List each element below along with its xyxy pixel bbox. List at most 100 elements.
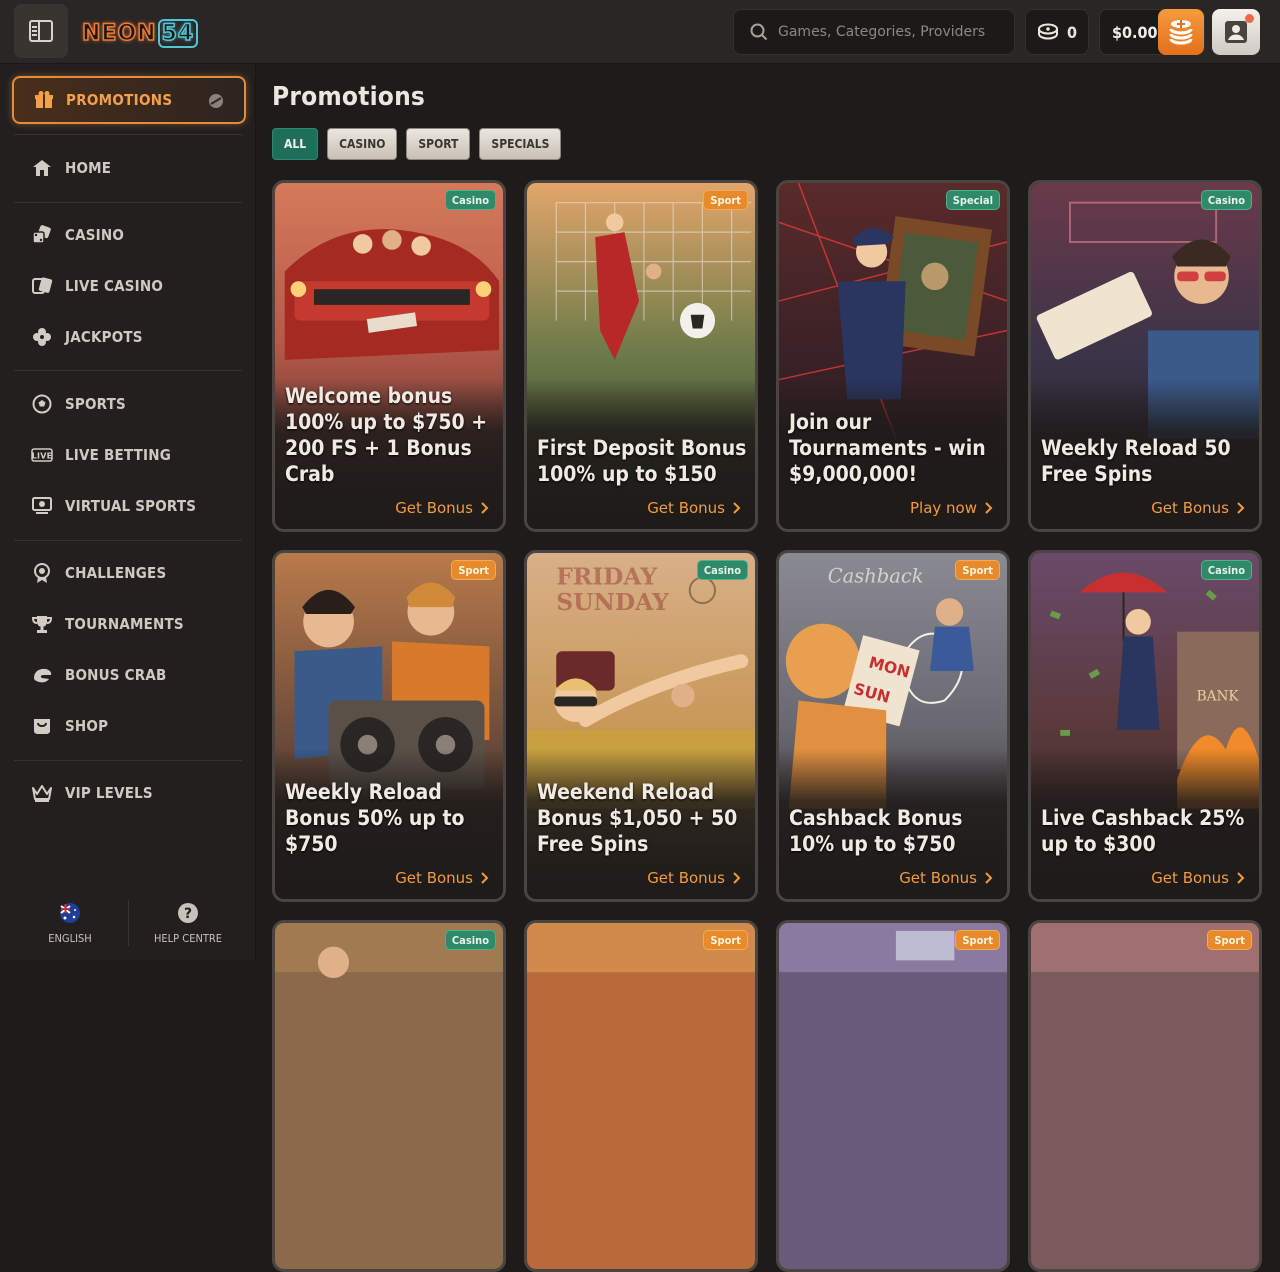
filter-sport[interactable]: SPORT (406, 128, 471, 160)
sidebar-item-challenges[interactable]: CHALLENGES (30, 559, 166, 587)
promo-card[interactable]: Sport Weekly Reload Bonus 50% up to $750… (272, 550, 506, 902)
divider (14, 760, 242, 761)
category-tag: Casino (1200, 560, 1252, 580)
shop-icon (30, 714, 54, 738)
search-box[interactable] (733, 9, 1015, 55)
sidebar-item-jackpots[interactable]: JACKPOTS (30, 323, 143, 351)
cta-label: Play now (909, 499, 977, 517)
get-bonus-link[interactable]: Get Bonus (1151, 869, 1245, 887)
promo-card[interactable]: Cashback MON SUN Sport Cashback Bonus 10% … (776, 550, 1010, 902)
filter-specials[interactable]: SPECIALS (479, 128, 562, 160)
language-selector[interactable]: ENGLISH (30, 900, 110, 945)
play-now-link[interactable]: Play now (910, 499, 993, 517)
svg-text:FRIDAY: FRIDAY (556, 562, 657, 590)
coins-counter[interactable]: 0 (1025, 9, 1089, 55)
sidebar-item-virtual-sports[interactable]: VIRTUAL SPORTS (30, 492, 196, 520)
promo-image (779, 923, 1007, 1269)
sidebar-item-promotions[interactable]: PROMOTIONS (12, 76, 246, 124)
svg-text:?: ? (184, 906, 192, 922)
sidebar-item-label: CASINO (65, 226, 125, 244)
chevron-right-icon (733, 502, 741, 514)
balance-amount: $0.00 (1112, 22, 1158, 42)
sidebar-item-label: SPORTS (65, 395, 126, 413)
promo-title: Welcome bonus 100% up to $750 + 200 FS +… (285, 384, 488, 486)
deposit-button[interactable] (1158, 9, 1204, 55)
category-tag: Sport (955, 560, 1000, 580)
sidebar-item-shop[interactable]: SHOP (30, 712, 108, 740)
promo-title: Weekly Reload Bonus 50% up to $750 (285, 780, 465, 856)
divider (14, 134, 242, 135)
trophy-icon (30, 612, 54, 636)
sidebar-item-casino[interactable]: CASINO (30, 221, 124, 249)
category-tag: Casino (444, 190, 496, 210)
promo-card[interactable]: Sport (1028, 920, 1262, 1272)
get-bonus-link[interactable]: Get Bonus (899, 869, 993, 887)
category-tag: Sport (451, 560, 496, 580)
home-icon (30, 156, 54, 180)
sidebar-item-bonus-crab[interactable]: BONUS CRAB (30, 661, 166, 689)
live-cards-icon (30, 274, 54, 298)
user-icon (1225, 21, 1247, 43)
coins-count: 0 (1066, 22, 1077, 42)
dice-icon (30, 223, 54, 247)
svg-text:SUNDAY: SUNDAY (556, 588, 669, 616)
help-centre-link[interactable]: ? HELP CENTRE (148, 900, 228, 945)
svg-text:LIVE: LIVE (32, 452, 53, 461)
logo-text: NEON (81, 20, 157, 47)
sidebar-item-label: CHALLENGES (65, 564, 167, 582)
promo-card[interactable]: Sport (524, 920, 758, 1272)
promo-card[interactable]: FRIDAY SUNDAY Casino Weekend Reload Bonus… (524, 550, 758, 902)
get-bonus-link[interactable]: Get Bonus (395, 869, 489, 887)
get-bonus-link[interactable]: Get Bonus (1151, 499, 1245, 517)
get-bonus-link[interactable]: Get Bonus (395, 499, 489, 517)
sidebar-toggle-button[interactable] (14, 4, 68, 58)
chevron-right-icon (985, 502, 993, 514)
svg-text:Cashback: Cashback (828, 564, 924, 587)
promo-card[interactable]: Casino Welcome bonus 100% up to $750 + 2… (272, 180, 506, 532)
chevron-right-icon (733, 872, 741, 884)
sidebar: PROMOTIONS HOME CASINO LIVE CASINO JACKP… (0, 64, 256, 960)
sidebar-item-home[interactable]: HOME (30, 154, 111, 182)
sidebar-item-label: HOME (65, 159, 112, 177)
svg-text:BANK: BANK (1197, 688, 1240, 704)
clover-icon (30, 325, 54, 349)
search-input[interactable] (778, 24, 1008, 40)
sidebar-item-live-betting[interactable]: LIVE LIVE BETTING (30, 441, 171, 469)
sidebar-item-tournaments[interactable]: TOURNAMENTS (30, 610, 184, 638)
get-bonus-link[interactable]: Get Bonus (647, 869, 741, 887)
divider (14, 370, 242, 371)
language-label: ENGLISH (48, 932, 92, 945)
promo-card[interactable]: Casino (272, 920, 506, 1272)
promo-card[interactable]: Sport First Deposit Bonus 100% up to $15… (524, 180, 758, 532)
spinner-ball-icon (209, 94, 223, 108)
promo-image (527, 923, 755, 1269)
filter-casino[interactable]: CASINO (327, 128, 398, 160)
promo-card[interactable]: BANK Casino Live Cashback 25% up to $300… (1028, 550, 1262, 902)
search-icon (750, 23, 768, 41)
divider (14, 540, 242, 541)
sidebar-item-label: PROMOTIONS (66, 91, 173, 109)
sidebar-item-sports[interactable]: SPORTS (30, 390, 126, 418)
promo-title: Live Cashback 25% up to $300 (1041, 806, 1245, 856)
sidebar-item-label: SHOP (65, 717, 109, 735)
promo-title: Weekend Reload Bonus $1,050 + 50 Free Sp… (537, 780, 738, 856)
chevron-right-icon (1237, 502, 1245, 514)
chevron-right-icon (985, 872, 993, 884)
divider (14, 202, 242, 203)
filter-all[interactable]: ALL (272, 128, 319, 160)
promo-card[interactable]: Special Join our Tournaments - win $9,00… (776, 180, 1010, 532)
promo-title: Cashback Bonus 10% up to $750 (789, 806, 963, 856)
coin-stack-icon (1169, 20, 1193, 45)
profile-button[interactable] (1212, 9, 1260, 55)
crab-icon (30, 663, 54, 687)
get-bonus-link[interactable]: Get Bonus (647, 499, 741, 517)
promo-card[interactable]: Sport (776, 920, 1010, 1272)
gift-icon (35, 91, 53, 108)
site-logo[interactable]: NEON 54 (81, 14, 199, 52)
sidebar-item-label: BONUS CRAB (65, 666, 167, 684)
chevron-right-icon (481, 502, 489, 514)
promo-card[interactable]: Casino Weekly Reload 50 Free Spins Get B… (1028, 180, 1262, 532)
sidebar-item-vip-levels[interactable]: VIP LEVELS (30, 779, 153, 807)
cta-label: Get Bonus (647, 499, 725, 517)
sidebar-item-live-casino[interactable]: LIVE CASINO (30, 272, 163, 300)
